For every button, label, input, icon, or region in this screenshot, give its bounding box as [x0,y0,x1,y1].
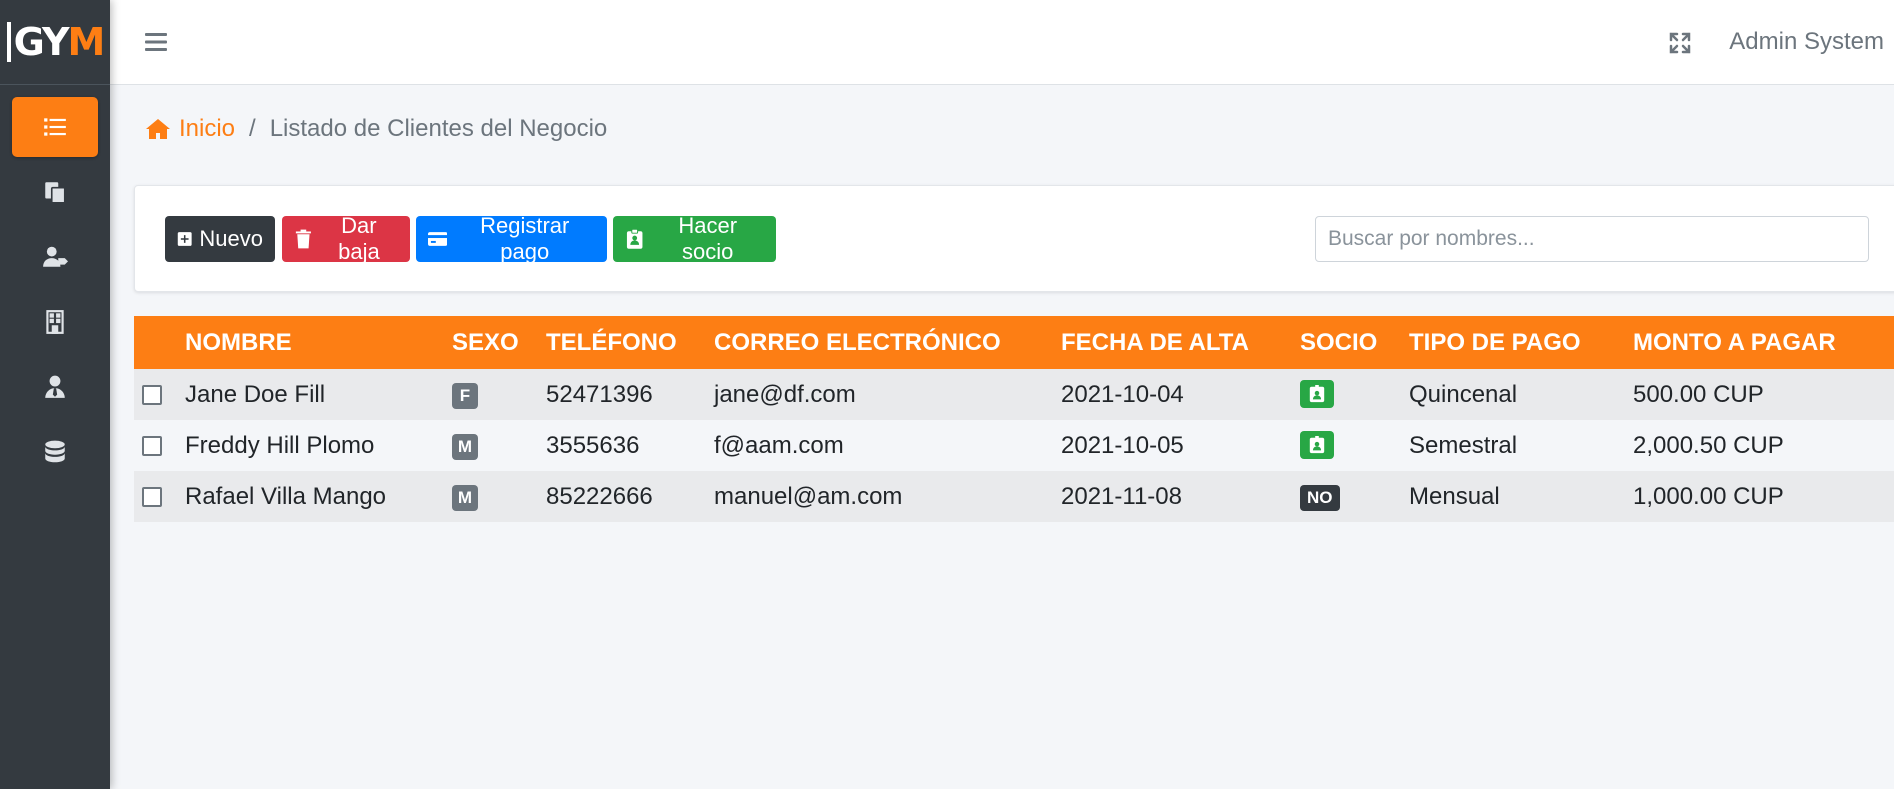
cell-telefono: 85222666 [546,482,653,510]
header-socio[interactable]: SOCIO [1300,316,1409,369]
user-name[interactable]: Admin System [1729,28,1884,56]
user-tag-icon [43,246,68,267]
cell-correo: jane@df.com [714,380,856,408]
cell-monto: 500.00 CUP [1633,380,1764,408]
row-checkbox[interactable] [142,384,162,405]
table-row[interactable]: Jane Doe Fill F 52471396 jane@df.com 202… [134,369,1894,420]
gym-logo: GY M [6,20,105,64]
sex-badge: M [452,485,478,511]
id-badge-icon [626,229,643,249]
breadcrumb-home-label: Inicio [179,115,236,142]
clients-table: NOMBRE SEXO TELÉFONO CORREO ELECTRÓNICO … [134,316,1894,522]
sidebar-item-documents[interactable] [12,162,98,222]
member-badge [1300,430,1334,459]
cell-correo: manuel@am.com [714,482,903,510]
cell-tipo-pago: Mensual [1409,482,1500,510]
sidebar-item-clients[interactable] [12,97,98,157]
row-checkbox[interactable] [142,486,162,507]
table-header-row: NOMBRE SEXO TELÉFONO CORREO ELECTRÓNICO … [134,316,1894,369]
cell-nombre: Rafael Villa Mango [185,482,387,510]
remove-button-label: Dar baja [338,213,380,264]
sex-badge: F [452,383,478,409]
database-icon [45,440,65,463]
table-row[interactable]: Rafael Villa Mango M 85222666 manuel@am.… [134,471,1894,522]
sidebar-item-building[interactable] [12,292,98,352]
cell-fecha: 2021-11-08 [1061,482,1182,510]
cell-tipo-pago: Quincenal [1409,380,1518,408]
member-badge [1300,379,1334,408]
cell-monto: 2,000.50 CUP [1633,431,1784,459]
clients-table-container: NOMBRE SEXO TELÉFONO CORREO ELECTRÓNICO … [134,316,1894,522]
header-monto[interactable]: MONTO A PAGAR [1633,316,1894,369]
header-telefono[interactable]: TELÉFONO [546,316,714,369]
sidebar-item-staff[interactable] [12,357,98,417]
sidebar-item-database[interactable] [12,422,98,482]
cell-telefono: 3555636 [546,431,640,459]
breadcrumb-current: Listado de Clientes del Negocio [269,115,608,142]
toolbar-card: Nuevo Dar baja Registrar pago Hacer soci… [134,185,1894,292]
cell-nombre: Jane Doe Fill [185,380,326,408]
make-member-label: Hacer socio [678,213,738,264]
sidebar-item-users[interactable] [12,227,98,287]
trash-icon [295,229,311,249]
non-member-badge: NO [1300,485,1340,511]
cell-fecha: 2021-10-04 [1061,380,1184,408]
building-icon [46,310,64,334]
list-icon [44,118,66,136]
cell-monto: 1,000.00 CUP [1633,482,1784,510]
id-card-icon [1309,384,1325,402]
plus-square-icon [177,232,192,246]
header-fecha[interactable]: FECHA DE ALTA [1061,316,1300,369]
row-checkbox[interactable] [142,435,162,456]
breadcrumb-separator: / [249,115,256,142]
cell-nombre: Freddy Hill Plomo [185,431,375,459]
header-nombre[interactable]: NOMBRE [185,316,452,369]
copy-icon [45,182,66,204]
table-row[interactable]: Freddy Hill Plomo M 3555636 f@aam.com 20… [134,420,1894,471]
sidebar: GY M [0,0,110,789]
credit-card-icon [428,232,448,246]
topbar: Admin System [110,0,1894,85]
make-member-button[interactable]: Hacer socio [613,213,776,264]
header-tipo-pago[interactable]: TIPO DE PAGO [1409,316,1633,369]
breadcrumb: Inicio / Listado de Clientes del Negocio [145,115,607,143]
register-payment-button[interactable]: Registrar pago [416,213,607,264]
sex-badge: M [452,434,478,460]
cell-telefono: 52471396 [546,380,653,408]
cell-fecha: 2021-10-05 [1061,431,1184,459]
header-correo[interactable]: CORREO ELECTRÓNICO [714,316,1061,369]
sidebar-nav [0,85,110,482]
register-payment-label: Registrar pago [480,213,570,264]
user-tie-icon [45,375,65,398]
id-card-icon [1309,435,1325,453]
breadcrumb-home-link[interactable]: Inicio [145,115,235,143]
search-input[interactable] [1315,216,1869,262]
brand[interactable]: GY M [0,0,110,85]
header-sexo[interactable]: SEXO [452,316,546,369]
hamburger-menu-icon[interactable] [144,30,168,54]
fullscreen-icon[interactable] [1668,31,1692,55]
cell-tipo-pago: Semestral [1409,431,1518,459]
new-button[interactable]: Nuevo [165,216,275,262]
new-button-label: Nuevo [199,226,263,251]
cell-correo: f@aam.com [714,431,844,459]
home-icon [146,119,170,139]
remove-button[interactable]: Dar baja [282,213,410,264]
